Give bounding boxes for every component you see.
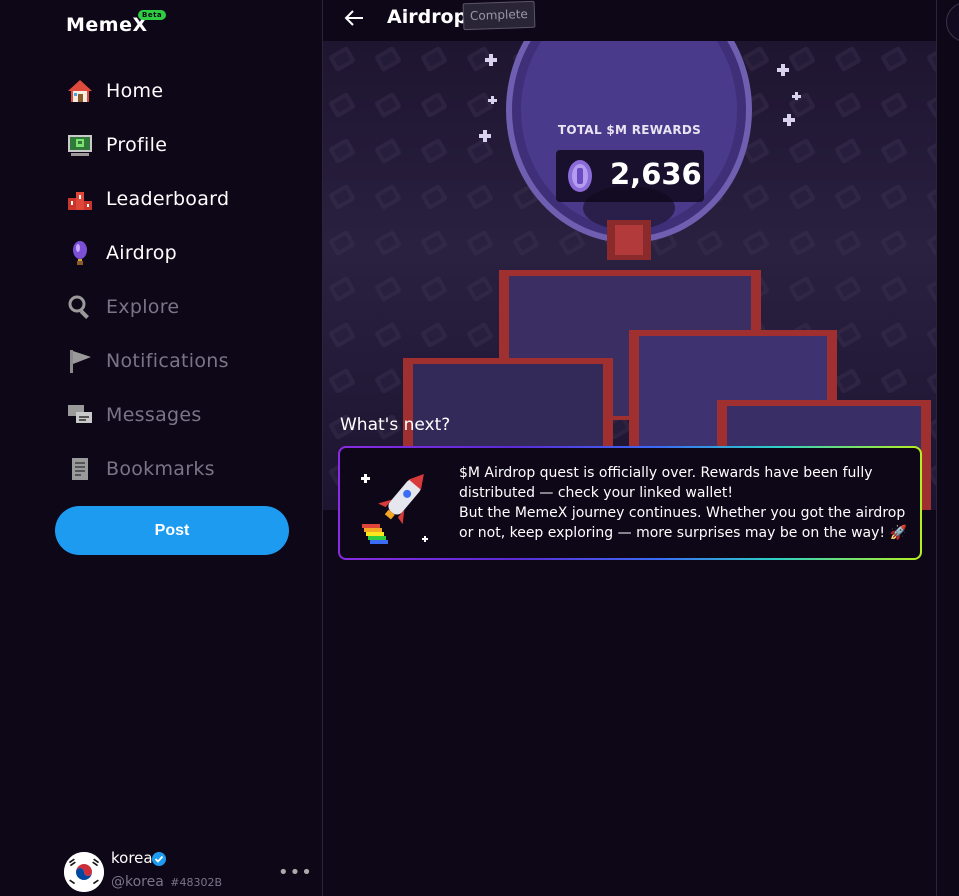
user-handle-text: @korea <box>111 874 164 890</box>
sidebar-item-leaderboard[interactable]: Leaderboard <box>66 172 229 226</box>
sidebar-item-explore[interactable]: Explore <box>66 280 229 334</box>
app-logo[interactable]: MemeX Beta <box>66 10 167 36</box>
user-id: #48302B <box>170 876 223 889</box>
back-arrow-icon[interactable] <box>341 6 367 32</box>
user-handle: @korea #48302B <box>111 874 222 890</box>
sidebar-nav: Home Profile Leaderboard Airdrop Explore… <box>66 64 229 496</box>
sidebar-item-label: Profile <box>106 134 168 156</box>
messages-icon <box>66 401 94 429</box>
page-title: Airdrop <box>387 6 468 28</box>
sidebar-item-notifications[interactable]: Notifications <box>66 334 229 388</box>
coin-icon <box>566 158 594 194</box>
sidebar-item-label: Airdrop <box>106 242 177 264</box>
message-line-2: But the MemeX journey continues. Whether… <box>459 505 907 541</box>
sidebar-item-airdrop[interactable]: Airdrop <box>66 226 229 280</box>
flag-icon <box>66 347 94 375</box>
whats-next-card-body: $M Airdrop quest is officially over. Rew… <box>340 448 920 558</box>
message-line-1: $M Airdrop quest is officially over. Rew… <box>459 465 873 501</box>
sidebar: MemeX Beta Home Profile Leaderboard Aird… <box>0 0 322 896</box>
leaderboard-icon <box>66 185 94 213</box>
airdrop-icon <box>66 239 94 267</box>
logo-text: MemeX <box>66 14 148 36</box>
bookmarks-icon <box>66 455 94 483</box>
rewards-total-value: 2,636 <box>610 157 702 191</box>
sidebar-item-label: Explore <box>106 296 180 318</box>
page-header: Airdrop Complete <box>323 0 936 41</box>
account-switcher[interactable]: korea @korea #48302B ••• <box>62 848 312 896</box>
divider <box>936 0 937 896</box>
airdrop-hero-banner: TOTAL $M REWARDS 2,636 <box>323 40 936 510</box>
profile-icon <box>66 131 94 159</box>
sidebar-item-label: Messages <box>106 404 202 426</box>
sidebar-item-label: Notifications <box>106 350 229 372</box>
sidebar-item-label: Bookmarks <box>106 458 215 480</box>
main-column: Airdrop Complete TOTAL $M REWARDS 2,636 … <box>323 0 936 896</box>
sidebar-item-label: Leaderboard <box>106 188 230 210</box>
whats-next-message: $M Airdrop quest is officially over. Rew… <box>459 463 909 543</box>
post-button[interactable]: Post <box>55 506 289 555</box>
sidebar-item-label: Home <box>106 80 164 102</box>
avatar[interactable] <box>64 852 104 892</box>
sidebar-item-profile[interactable]: Profile <box>66 118 229 172</box>
rocket-icon <box>358 466 436 546</box>
sidebar-item-bookmarks[interactable]: Bookmarks <box>66 442 229 496</box>
rewards-total-box: 2,636 <box>556 150 704 202</box>
home-icon <box>66 77 94 105</box>
section-title: What's next? <box>340 415 451 435</box>
crystal-ball-pedestal-illustration <box>403 40 931 510</box>
sidebar-item-messages[interactable]: Messages <box>66 388 229 442</box>
sidebar-item-home[interactable]: Home <box>66 64 229 118</box>
right-panel-search-button[interactable] <box>946 2 959 42</box>
whats-next-card: $M Airdrop quest is officially over. Rew… <box>338 446 922 560</box>
status-badge: Complete <box>462 0 536 31</box>
rewards-label: TOTAL $M REWARDS <box>557 123 702 137</box>
verified-badge-icon <box>152 851 166 866</box>
more-options-icon[interactable]: ••• <box>278 862 313 883</box>
korea-flag-avatar <box>64 852 104 892</box>
beta-badge: Beta <box>138 10 167 20</box>
search-icon <box>66 293 94 321</box>
user-display-name: korea <box>111 849 153 867</box>
